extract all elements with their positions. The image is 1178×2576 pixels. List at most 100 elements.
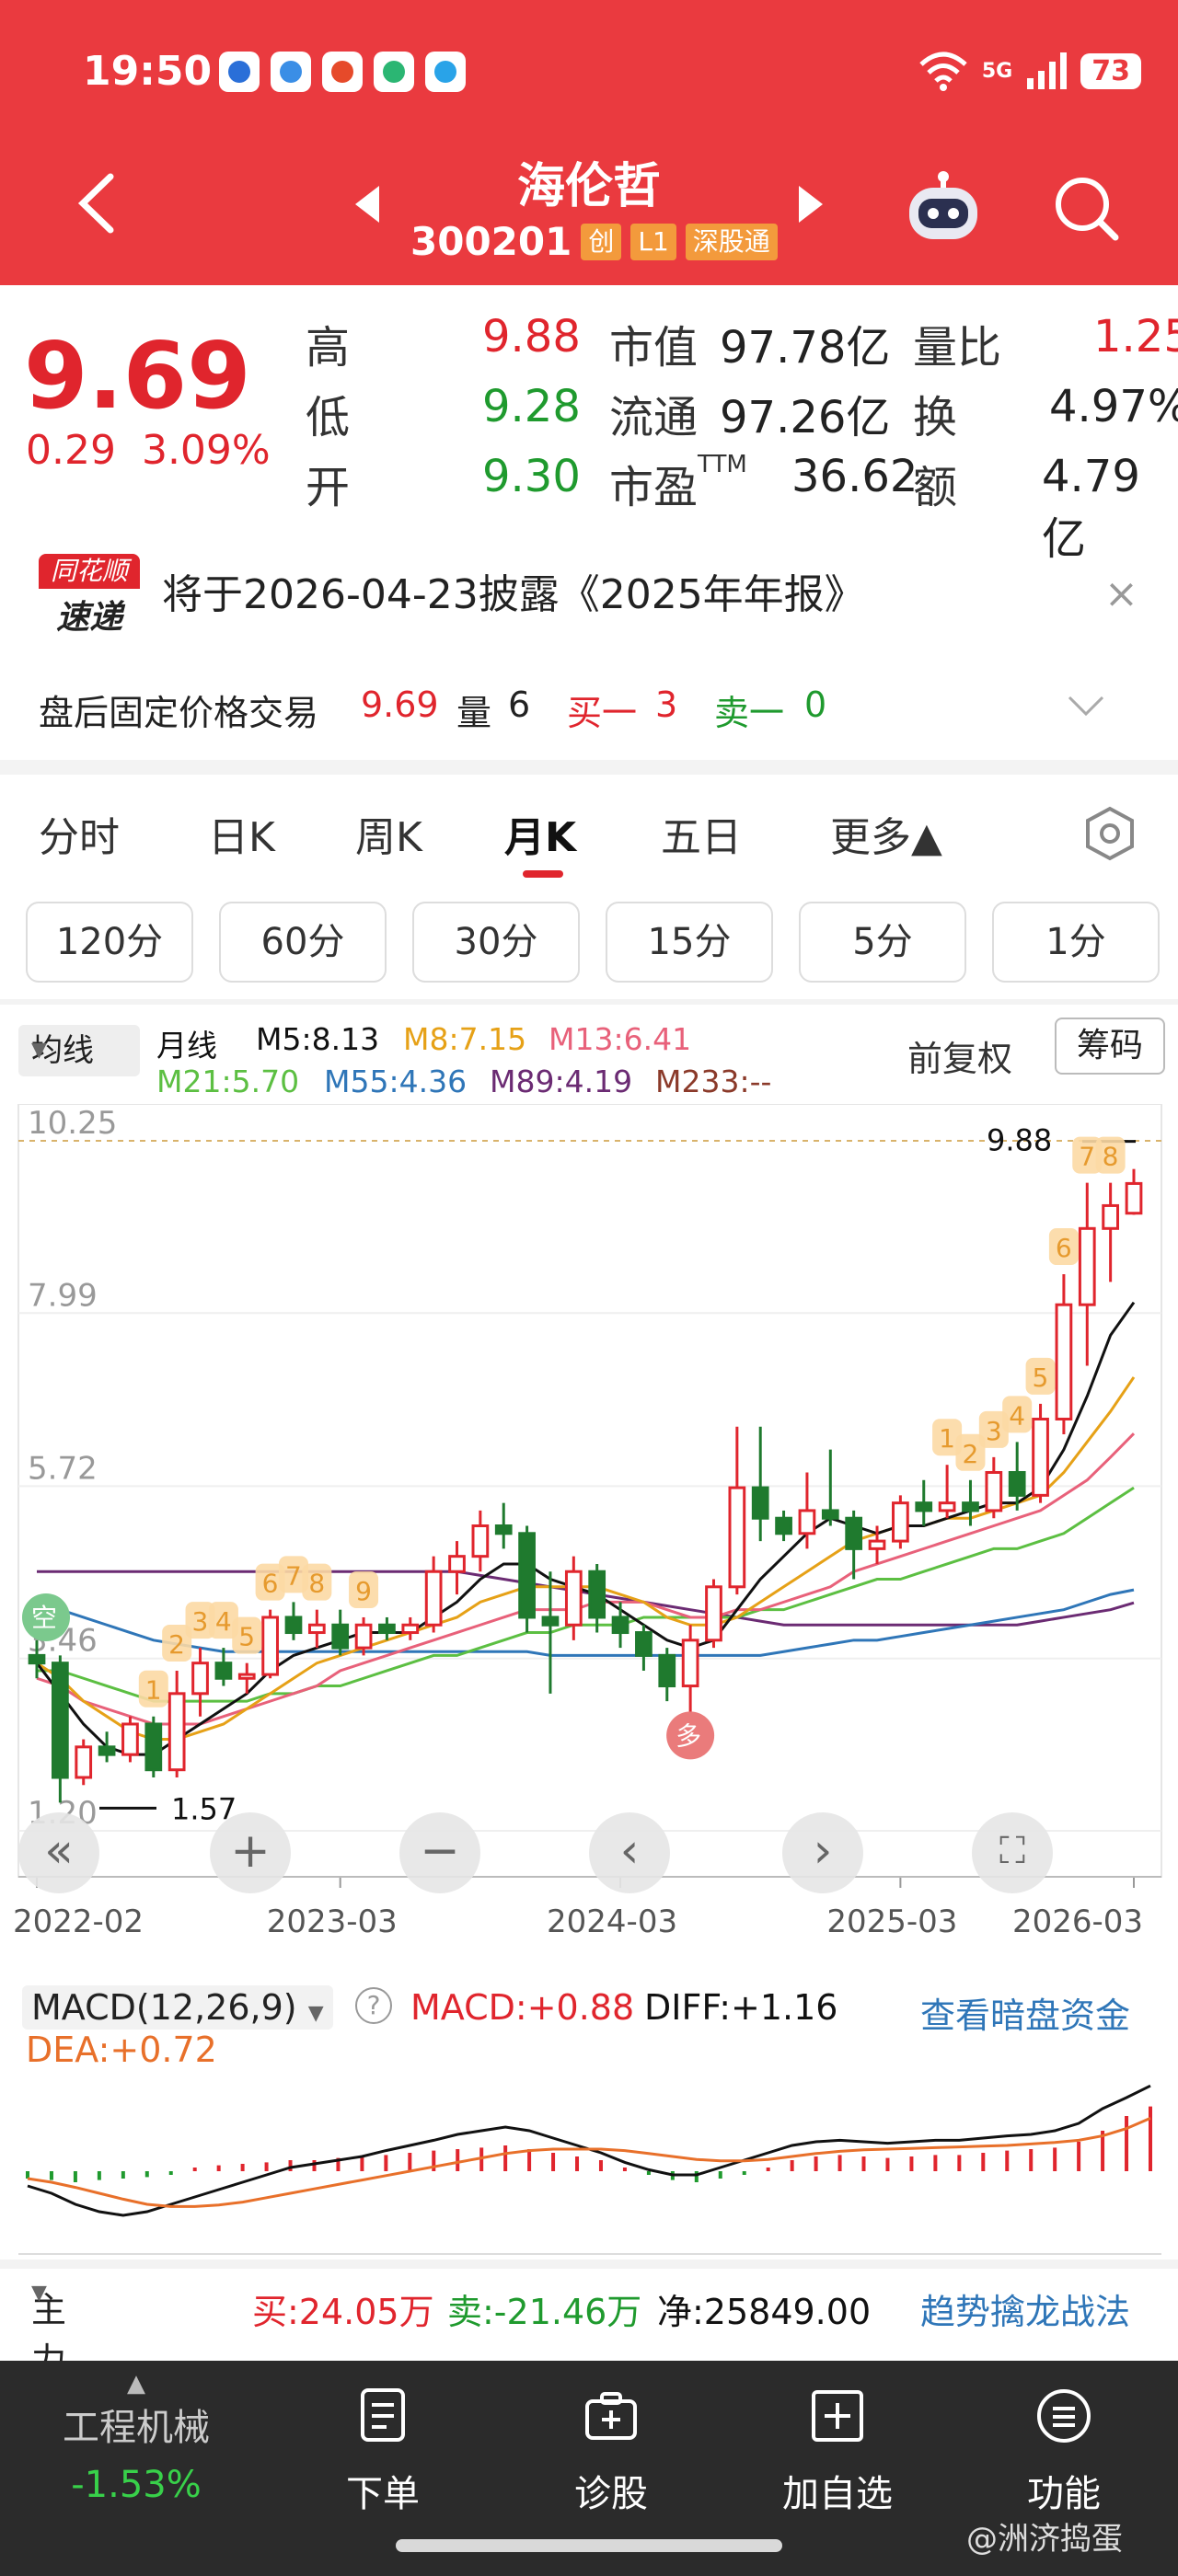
candle-body bbox=[892, 1501, 909, 1543]
y-tick-label: 10.25 bbox=[28, 1105, 117, 1142]
step-forward-button[interactable]: › bbox=[782, 1812, 863, 1893]
signal-badge-label: 8 bbox=[308, 1569, 325, 1599]
candle-body bbox=[75, 1745, 93, 1779]
macd-selector[interactable]: MACD(12,26,9) ▼ bbox=[22, 1985, 333, 2030]
candle-body bbox=[214, 1662, 233, 1680]
ma5-value: M5:8.13 bbox=[256, 1021, 380, 1057]
fullscreen-icon[interactable]: ⛶ bbox=[972, 1812, 1053, 1893]
add-watchlist-button[interactable]: 加自选 bbox=[764, 2386, 911, 2517]
battery-level: 73 bbox=[1080, 52, 1141, 89]
step-back-button[interactable]: ‹ bbox=[589, 1812, 670, 1893]
candle-body bbox=[915, 1501, 933, 1512]
candle-body bbox=[1032, 1417, 1049, 1497]
candle-body bbox=[611, 1616, 629, 1635]
signal-badge-label: 9 bbox=[355, 1576, 372, 1606]
strategy-link[interactable]: 趋势擒龙战法 bbox=[920, 2283, 1130, 2334]
signal-badge-label: 2 bbox=[962, 1439, 978, 1469]
flash-news-logo: 同花顺 速递 bbox=[39, 554, 140, 637]
candle-body bbox=[635, 1631, 653, 1657]
dropdown-arrow-icon: ▼ bbox=[31, 1039, 47, 1062]
ma-legend: 均线 ▼ 月线 M5:8.13 M8:7.15 M13:6.41 M21:5.7… bbox=[0, 1012, 1178, 1104]
period-60min-button[interactable]: 60分 bbox=[219, 902, 387, 983]
candle-body bbox=[1125, 1181, 1143, 1215]
candle-body bbox=[448, 1555, 466, 1573]
tab-more[interactable]: 更多▲ bbox=[830, 804, 942, 863]
after-hours-vol: 6 bbox=[508, 684, 531, 725]
main-force-sell: 卖:-21.46万 bbox=[447, 2292, 642, 2332]
signal-badge-label: 5 bbox=[1033, 1363, 1049, 1393]
signal-badge-label: 8 bbox=[1103, 1142, 1119, 1172]
app-notification-icon bbox=[219, 52, 260, 92]
candle-body bbox=[307, 1623, 326, 1635]
candle-body bbox=[985, 1470, 1003, 1512]
period-30min-button[interactable]: 30分 bbox=[412, 902, 580, 983]
high-marker-label: 9.88 bbox=[987, 1123, 1052, 1158]
prev-stock-icon[interactable] bbox=[353, 184, 381, 224]
ma55-value: M55:4.36 bbox=[324, 1064, 468, 1099]
stock-name: 海伦哲 bbox=[516, 159, 661, 214]
next-stock-icon[interactable] bbox=[797, 184, 825, 224]
close-icon[interactable]: × bbox=[1104, 570, 1138, 617]
y-tick-label: 5.72 bbox=[28, 1450, 98, 1487]
zoom-in-button[interactable]: + bbox=[210, 1812, 291, 1893]
section-divider bbox=[0, 999, 1178, 1005]
float-label: 流通 bbox=[609, 392, 699, 443]
diagnose-button[interactable]: 诊股 bbox=[537, 2386, 685, 2517]
candle-body bbox=[518, 1532, 536, 1619]
main-force-panel: 主力买卖 ▼ 买:24.05万 卖:-21.46万 净:25849.00 趋势擒… bbox=[0, 2272, 1178, 2482]
dark-pool-link[interactable]: 查看暗盘资金 bbox=[920, 1987, 1130, 2038]
period-1min-button[interactable]: 1分 bbox=[992, 902, 1160, 983]
signal-badge-label: 6 bbox=[262, 1569, 279, 1599]
function-button[interactable]: 功能 bbox=[990, 2386, 1138, 2517]
diff-line bbox=[27, 2084, 1151, 2217]
ai-assistant-icon[interactable] bbox=[902, 169, 985, 243]
period-5min-button[interactable]: 5分 bbox=[799, 902, 966, 983]
turnover-value: 4.97% bbox=[1049, 381, 1178, 432]
minute-period-selector: 120分 60分 30分 15分 5分 1分 bbox=[0, 896, 1178, 988]
candle-body bbox=[845, 1516, 863, 1550]
search-icon[interactable] bbox=[1049, 171, 1123, 245]
diff-value: DIFF:+1.16 bbox=[644, 1987, 838, 2028]
y-tick-label: 7.99 bbox=[28, 1277, 98, 1314]
change-value: 0.29 bbox=[26, 427, 116, 474]
signal-icon bbox=[1027, 52, 1068, 89]
home-indicator[interactable] bbox=[396, 2539, 782, 2552]
candle-body bbox=[798, 1509, 816, 1535]
period-120min-button[interactable]: 120分 bbox=[26, 902, 193, 983]
app-notification-icon bbox=[322, 52, 363, 92]
tab-five-day[interactable]: 五日 bbox=[661, 804, 742, 863]
open-label: 开 bbox=[306, 462, 351, 513]
tab-monthly-k[interactable]: 月K bbox=[504, 804, 576, 863]
signal-badge-label: 4 bbox=[215, 1606, 232, 1637]
watermark: @洲济捣蛋 bbox=[966, 2521, 1123, 2558]
scroll-left-icon[interactable]: « bbox=[18, 1812, 99, 1893]
after-hours-vol-label: 量 bbox=[456, 693, 492, 733]
chip-distribution-button[interactable]: 筹码 bbox=[1055, 1018, 1165, 1075]
settings-hexagon-icon[interactable] bbox=[1082, 806, 1138, 861]
period-15min-button[interactable]: 15分 bbox=[606, 902, 773, 983]
chevron-down-icon[interactable] bbox=[1068, 694, 1104, 718]
candle-body bbox=[1102, 1203, 1120, 1230]
candle-body bbox=[1055, 1303, 1073, 1420]
tab-daily-k[interactable]: 日K bbox=[208, 804, 275, 863]
x-tick-label: 2022-02 bbox=[13, 1903, 144, 1940]
candle-body bbox=[237, 1673, 256, 1680]
tab-intraday[interactable]: 分时 bbox=[39, 804, 120, 863]
sector-quote[interactable]: ▲ 工程机械 -1.53% bbox=[63, 2370, 210, 2506]
notice-banner[interactable]: 同花顺 速递 将于2026-04-23披露《2025年年报》 × bbox=[0, 534, 1178, 644]
macd-value: MACD:+0.88 bbox=[410, 1987, 635, 2028]
tab-weekly-k[interactable]: 周K bbox=[355, 804, 422, 863]
x-tick-label: 2025-03 bbox=[826, 1903, 957, 1940]
help-icon[interactable]: ? bbox=[355, 1987, 392, 2024]
indicator-selector[interactable]: 均线 ▼ bbox=[18, 1025, 140, 1076]
stock-code-row: 300201 创 L1 深股通 bbox=[410, 219, 778, 264]
after-hours-row[interactable]: 盘后固定价格交易 9.69 量 6 买一 3 卖一 0 bbox=[0, 662, 1178, 754]
candle-body bbox=[98, 1745, 116, 1756]
candle-body bbox=[938, 1501, 956, 1512]
macd-selector-label: MACD(12,26,9) bbox=[31, 1987, 297, 2028]
back-icon[interactable] bbox=[75, 171, 116, 236]
order-button[interactable]: 下单 bbox=[309, 2386, 456, 2517]
zoom-out-button[interactable]: − bbox=[399, 1812, 480, 1893]
main-force-buy: 买:24.05万 bbox=[252, 2292, 434, 2332]
price-adjust-toggle[interactable]: 前复权 bbox=[907, 1030, 1012, 1081]
